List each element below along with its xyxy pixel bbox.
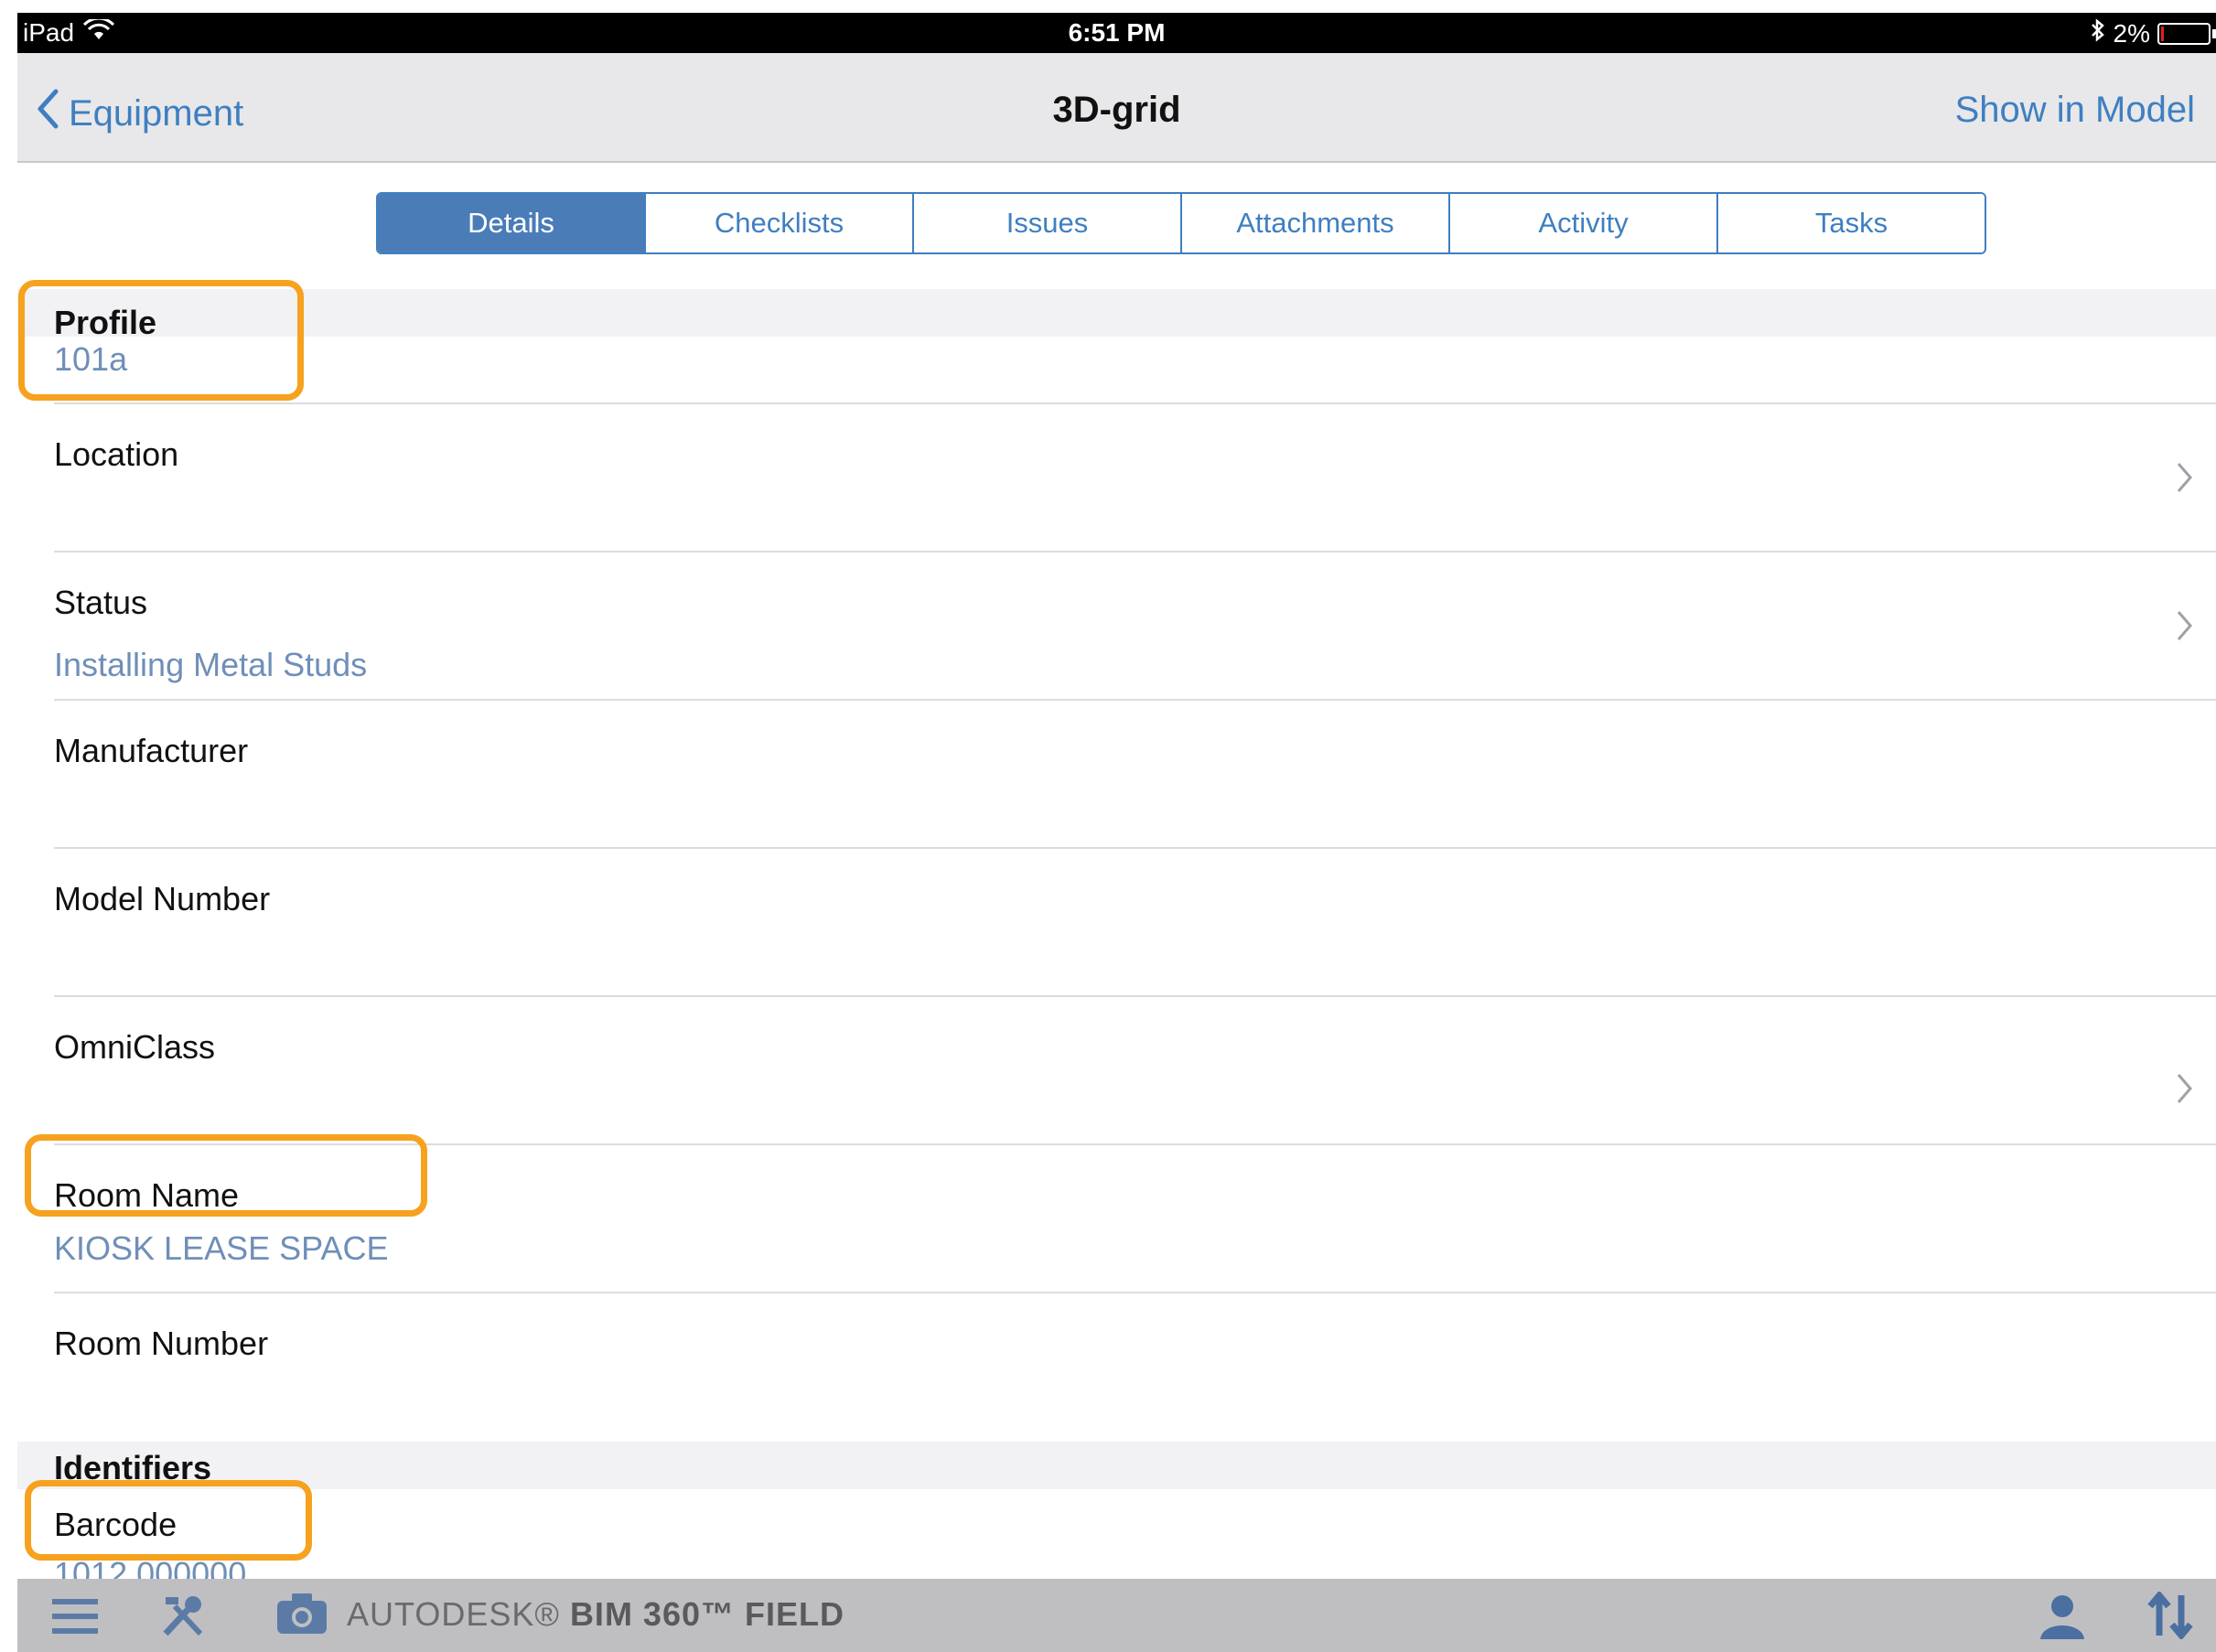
identifiers-section-header	[17, 1442, 2216, 1489]
tools-icon[interactable]	[160, 1593, 206, 1642]
model-number-label: Model Number	[54, 880, 271, 917]
location-label: Location	[54, 435, 179, 473]
tab-tasks[interactable]: Tasks	[1718, 194, 1985, 252]
navigation-bar: Equipment 3D-grid Show in Model	[17, 53, 2216, 163]
omniclass-row[interactable]: OmniClass	[54, 997, 2216, 1145]
status-value: Installing Metal Studs	[54, 646, 368, 683]
brand-logo: AUTODESK® BIM 360™ FIELD	[347, 1595, 844, 1633]
menu-icon[interactable]	[52, 1597, 98, 1640]
manufacturer-row[interactable]: Manufacturer	[54, 701, 2216, 849]
room-name-value: KIOSK LEASE SPACE	[54, 1229, 389, 1267]
chevron-right-icon	[2176, 461, 2194, 499]
room-number-row[interactable]: Room Number	[54, 1293, 2216, 1440]
omniclass-label: OmniClass	[54, 1028, 216, 1066]
user-icon[interactable]	[2039, 1592, 2086, 1644]
location-row[interactable]: Location	[54, 404, 2216, 552]
camera-icon[interactable]	[275, 1592, 328, 1640]
profile-row[interactable]: Profile 101a	[54, 304, 2216, 404]
bottom-toolbar: AUTODESK® BIM 360™ FIELD	[17, 1579, 2216, 1652]
manufacturer-label: Manufacturer	[54, 732, 249, 769]
barcode-row[interactable]: Barcode 1012.000000	[54, 1489, 2216, 1593]
show-in-model-button[interactable]: Show in Model	[1955, 90, 2195, 131]
page-title: 3D-grid	[1052, 90, 1181, 130]
status-row[interactable]: Status Installing Metal Studs	[54, 552, 2216, 701]
sync-icon[interactable]	[2146, 1590, 2194, 1644]
battery-icon	[2157, 22, 2211, 45]
room-number-label: Room Number	[54, 1325, 269, 1362]
profile-section-header	[17, 289, 2216, 337]
tab-issues[interactable]: Issues	[914, 194, 1182, 252]
profile-highlight	[18, 280, 304, 401]
tab-checklists[interactable]: Checklists	[646, 194, 914, 252]
tab-activity[interactable]: Activity	[1450, 194, 1718, 252]
chevron-right-icon	[2176, 609, 2194, 647]
status-bar: iPad 6:51 PM 2%	[17, 13, 2216, 53]
barcode-highlight	[25, 1480, 312, 1561]
room-name-highlight	[25, 1134, 427, 1217]
model-number-row[interactable]: Model Number	[54, 849, 2216, 997]
segmented-tabs: Details Checklists Issues Attachments Ac…	[376, 192, 1986, 254]
chevron-right-icon	[2176, 1072, 2194, 1110]
app-screen: iPad 6:51 PM 2% Equipment 3D-grid Show i…	[17, 13, 2216, 1652]
status-label: Status	[54, 584, 148, 621]
tab-details[interactable]: Details	[378, 194, 646, 252]
bluetooth-icon	[2090, 18, 2106, 48]
battery-percent: 2%	[2113, 18, 2150, 48]
tab-attachments[interactable]: Attachments	[1182, 194, 1450, 252]
status-time: 6:51 PM	[1068, 18, 1166, 47]
